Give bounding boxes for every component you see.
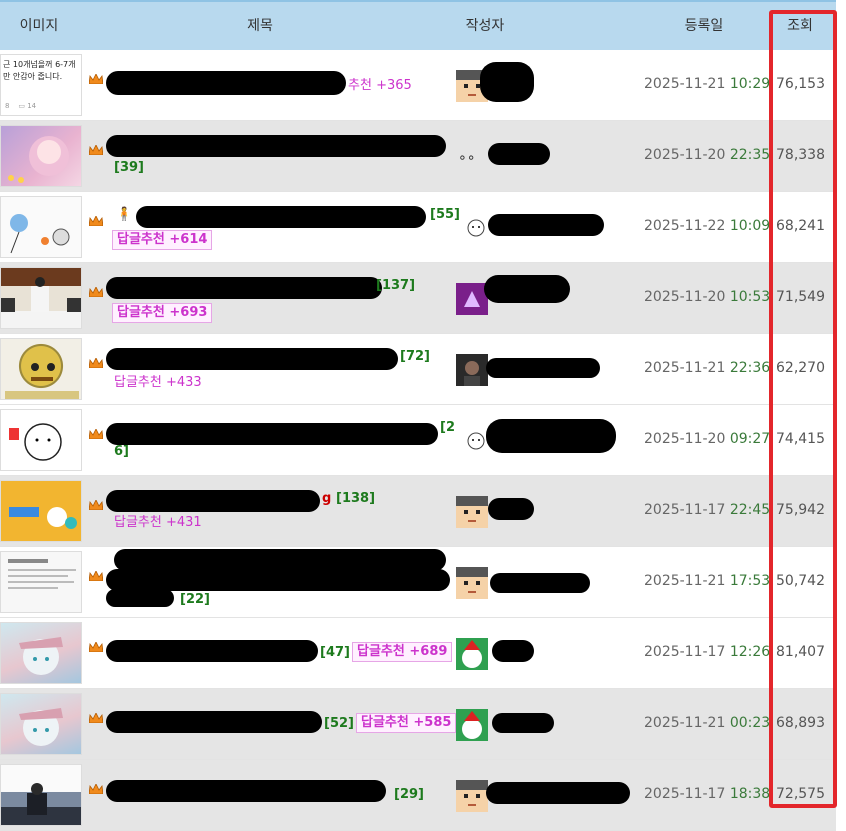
table-row[interactable]: [137] 답글추천 +693 2025-11-20 10:53 71,549	[0, 263, 836, 334]
crown-icon	[89, 358, 103, 368]
post-thumbnail[interactable]	[0, 267, 82, 329]
post-date: 2025-11-17 12:26	[644, 644, 771, 660]
author-avatar[interactable]	[456, 709, 488, 741]
reply-recommend-badge: 답글추천 +689	[352, 642, 453, 662]
reply-recommend-badge: 답글추천 +585	[356, 713, 457, 733]
post-list-table: 이미지 제목 작성자 등록일 조회 근 10개넘을꺼 6-7개만 안감아 줍니다…	[0, 0, 836, 831]
post-thumbnail[interactable]	[0, 764, 82, 826]
view-count: 78,338	[776, 147, 825, 163]
author-avatar[interactable]: ∘∘	[458, 150, 476, 166]
comment-count: [72]	[400, 349, 430, 364]
comment-count: [138]	[336, 491, 376, 506]
view-count: 50,742	[776, 573, 825, 589]
view-count: 75,942	[776, 502, 825, 518]
post-thumbnail[interactable]	[0, 125, 82, 187]
table-row[interactable]: [22] 2025-11-21 17:53 50,742	[0, 547, 836, 618]
header-title: 제목	[247, 18, 273, 34]
person-icon: 🧍	[116, 207, 133, 222]
post-date: 2025-11-20 09:27	[644, 431, 771, 447]
crown-icon	[89, 642, 103, 652]
comment-count: [29]	[394, 787, 424, 802]
table-row[interactable]: [72] 답글추천 +433 2025-11-21 22:36 62,270	[0, 334, 836, 405]
table-row[interactable]: [52] 답글추천 +585 2025-11-21 00:23 68,893	[0, 689, 836, 760]
author-avatar[interactable]	[456, 567, 488, 599]
comment-count: [39]	[114, 160, 144, 175]
crown-icon	[89, 784, 103, 794]
view-count: 74,415	[776, 431, 825, 447]
crown-icon	[89, 429, 103, 439]
author-avatar[interactable]	[456, 354, 488, 386]
post-date: 2025-11-21 00:23	[644, 715, 771, 731]
post-thumbnail[interactable]	[0, 338, 82, 400]
comment-count: [22]	[180, 592, 210, 607]
comment-count: [52]	[324, 716, 354, 731]
author-avatar[interactable]	[456, 496, 488, 528]
post-date: 2025-11-17 22:45	[644, 502, 771, 518]
post-thumbnail[interactable]	[0, 622, 82, 684]
crown-icon	[89, 216, 103, 226]
recommend-label: 추천	[348, 78, 372, 93]
crown-icon	[89, 571, 103, 581]
view-count: 76,153	[776, 76, 825, 92]
crown-icon	[89, 74, 103, 84]
comment-count-part-2: 6]	[114, 444, 129, 459]
title-tail: g	[322, 491, 332, 506]
post-thumbnail[interactable]	[0, 409, 82, 471]
comment-count: [47]	[320, 645, 350, 660]
view-count: 68,893	[776, 715, 825, 731]
post-date: 2025-11-21 10:29	[644, 76, 771, 92]
post-thumbnail[interactable]	[0, 196, 82, 258]
view-count: 72,575	[776, 786, 825, 802]
crown-icon	[89, 713, 103, 723]
crown-icon	[89, 500, 103, 510]
post-thumbnail[interactable]	[0, 551, 82, 613]
view-count: 68,241	[776, 218, 825, 234]
reply-recommend: 답글추천 +431	[114, 515, 202, 530]
table-row[interactable]: [47] 답글추천 +689 2025-11-17 12:26 81,407	[0, 618, 836, 689]
author-avatar[interactable]	[466, 216, 486, 242]
post-date: 2025-11-22 10:09	[644, 218, 771, 234]
table-row[interactable]: 근 10개넘을꺼 6-7개만 안감아 줍니다. 8 ▭ 14 추천 +365 2…	[0, 50, 836, 121]
post-thumbnail[interactable]: 근 10개넘을꺼 6-7개만 안감아 줍니다. 8 ▭ 14	[0, 54, 82, 116]
thumbnail-text: 근 10개넘을꺼 6-7개만 안감아 줍니다.	[3, 60, 76, 81]
header-date: 등록일	[684, 18, 724, 34]
crown-icon	[89, 287, 103, 297]
table-header: 이미지 제목 작성자 등록일 조회	[0, 0, 836, 50]
author-avatar[interactable]	[456, 780, 488, 812]
view-count: 62,270	[776, 360, 825, 376]
view-count: 71,549	[776, 289, 825, 305]
header-image: 이미지	[19, 18, 59, 34]
table-row[interactable]: [2 6] 2025-11-20 09:27 74,415	[0, 405, 836, 476]
table-row[interactable]: g [138] 답글추천 +431 2025-11-17 22:45 75,94…	[0, 476, 836, 547]
post-date: 2025-11-20 22:35	[644, 147, 771, 163]
view-count: 81,407	[776, 644, 825, 660]
crown-icon	[89, 145, 103, 155]
table-row[interactable]: [39] ∘∘ 2025-11-20 22:35 78,338	[0, 121, 836, 192]
author-avatar[interactable]	[456, 638, 488, 670]
post-date: 2025-11-17 18:38	[644, 786, 771, 802]
post-date: 2025-11-21 22:36	[644, 360, 771, 376]
post-date: 2025-11-21 17:53	[644, 573, 771, 589]
comment-count: [137]	[376, 278, 416, 293]
header-views: 조회	[787, 18, 813, 34]
reply-recommend-badge: 답글추천 +693	[112, 303, 213, 323]
post-thumbnail[interactable]	[0, 693, 82, 755]
table-row[interactable]: [29] 2025-11-17 18:38 72,575	[0, 760, 836, 831]
post-date: 2025-11-20 10:53	[644, 289, 771, 305]
header-author: 작성자	[465, 18, 505, 34]
recommend-count: +365	[376, 78, 412, 93]
comment-count: [55]	[430, 207, 460, 222]
post-thumbnail[interactable]	[0, 480, 82, 542]
reply-recommend: 답글추천 +433	[114, 375, 202, 390]
comment-count-part-1: [2	[440, 420, 455, 435]
author-avatar[interactable]	[466, 429, 486, 455]
table-row[interactable]: 🧍 [55] 답글추천 +614 2025-11-22 10:09 68,241	[0, 192, 836, 263]
reply-recommend-badge: 답글추천 +614	[112, 230, 213, 250]
